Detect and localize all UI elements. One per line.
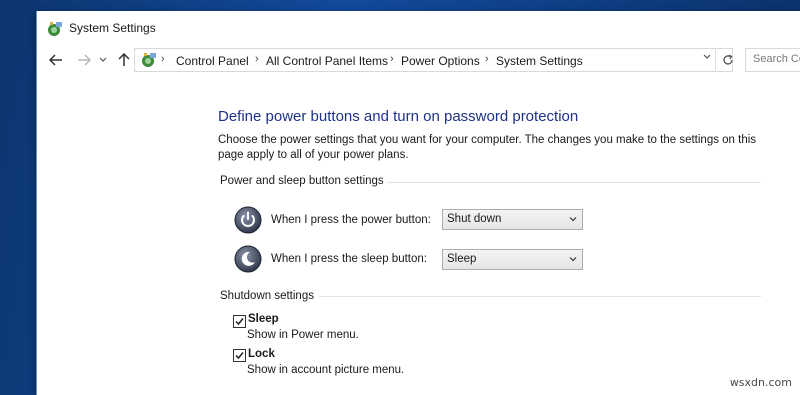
sleep-option-description: Show in Power menu. xyxy=(247,329,359,341)
lock-option-description: Show in account picture menu. xyxy=(247,364,405,376)
shutdown-section-title: Shutdown settings xyxy=(220,290,314,302)
breadcrumb-separator-icon: › xyxy=(390,53,394,65)
sleep-checkbox[interactable] xyxy=(233,315,246,328)
back-button[interactable] xyxy=(47,49,65,71)
breadcrumb-separator-icon: › xyxy=(255,53,259,65)
address-bar[interactable]: › Control Panel › All Control Panel Item… xyxy=(134,48,733,72)
breadcrumb-separator-icon: › xyxy=(161,53,165,65)
power-button-icon xyxy=(234,206,262,234)
forward-button[interactable] xyxy=(75,49,93,71)
navigation-bar: › Control Panel › All Control Panel Item… xyxy=(37,45,800,75)
watermark: wsxdn.com xyxy=(729,376,792,389)
arrow-left-icon xyxy=(49,54,62,66)
page-description: Choose the power settings that you want … xyxy=(218,134,757,161)
chevron-down-icon xyxy=(569,217,577,222)
section-divider xyxy=(387,182,761,183)
search-input[interactable]: Search Co xyxy=(745,48,800,72)
sleep-button-action-value: Sleep xyxy=(447,253,477,265)
chevron-down-icon xyxy=(703,54,711,59)
sleep-button-icon xyxy=(234,245,262,273)
power-button-label: When I press the power button: xyxy=(271,214,431,226)
lock-checkbox[interactable] xyxy=(233,349,246,362)
breadcrumb-power-options[interactable]: Power Options xyxy=(401,54,480,68)
power-button-action-value: Shut down xyxy=(447,213,502,225)
arrow-up-icon xyxy=(118,53,130,66)
power-section-title: Power and sleep button settings xyxy=(220,175,384,187)
window-title: System Settings xyxy=(69,21,156,35)
sleep-option-label[interactable]: Sleep xyxy=(248,313,279,325)
chevron-down-icon xyxy=(569,257,577,262)
up-button[interactable] xyxy=(115,49,133,71)
system-settings-window: System Settings › Control Panel › All Co… xyxy=(36,11,800,395)
power-button-action-select[interactable]: Shut down xyxy=(442,209,583,230)
title-bar: System Settings xyxy=(37,11,800,45)
chevron-down-icon xyxy=(99,57,107,62)
address-dropdown-button[interactable] xyxy=(701,47,713,67)
breadcrumb-all-items[interactable]: All Control Panel Items xyxy=(266,54,388,68)
page-title: Define power buttons and turn on passwor… xyxy=(218,108,579,125)
sleep-button-label: When I press the sleep button: xyxy=(271,253,427,265)
breadcrumb-system-settings[interactable]: System Settings xyxy=(496,54,583,68)
control-panel-icon xyxy=(48,22,62,36)
breadcrumb-control-panel[interactable]: Control Panel xyxy=(176,54,249,68)
lock-option-label[interactable]: Lock xyxy=(248,348,275,360)
checkmark-icon xyxy=(235,318,244,326)
content-area: Define power buttons and turn on passwor… xyxy=(37,75,800,395)
refresh-icon xyxy=(722,54,733,65)
refresh-button[interactable] xyxy=(715,48,739,72)
sleep-button-action-select[interactable]: Sleep xyxy=(442,249,583,270)
breadcrumb-separator-icon: › xyxy=(485,53,489,65)
checkmark-icon xyxy=(235,352,244,360)
recent-locations-button[interactable] xyxy=(97,49,109,71)
section-divider xyxy=(319,296,761,297)
arrow-right-icon xyxy=(78,54,91,66)
control-panel-icon xyxy=(142,53,156,67)
